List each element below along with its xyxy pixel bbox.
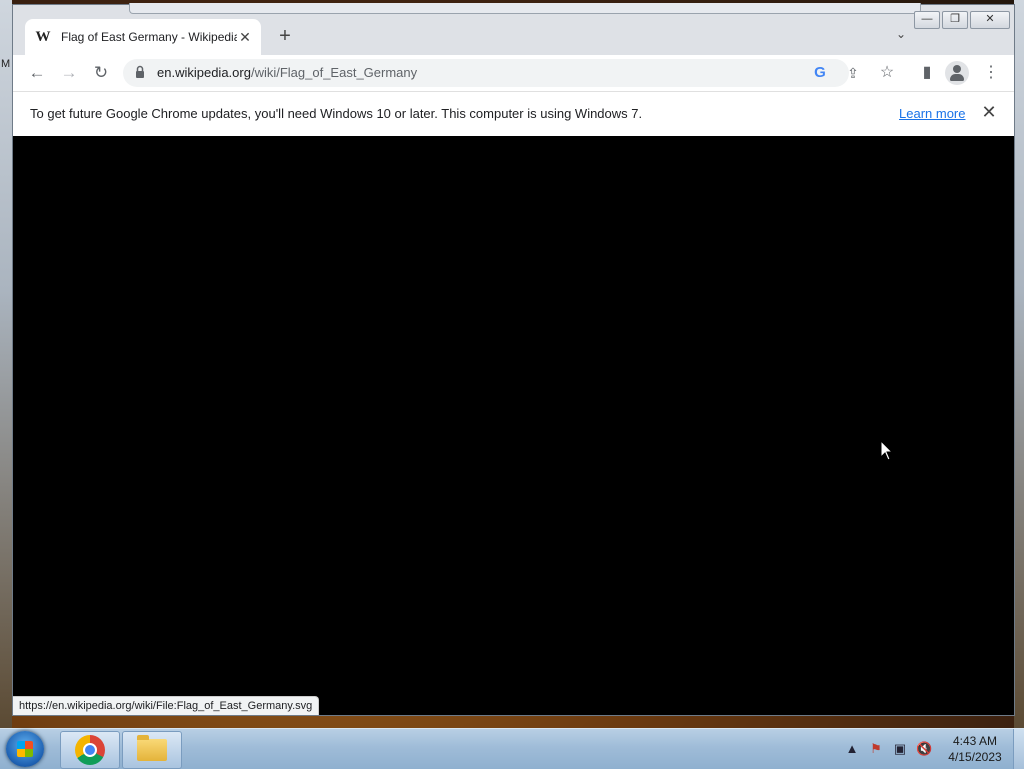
infobar-message: To get future Google Chrome updates, you… (30, 106, 643, 121)
browser-window: — ❐ ✕ W Flag of East Germany - Wikipedia… (12, 3, 1015, 716)
bookmark-star-icon[interactable]: ☆ (875, 61, 899, 85)
mouse-cursor-icon (880, 440, 894, 461)
clock-date: 4/15/2023 (948, 750, 1002, 764)
clock-time: 4:43 AM (952, 734, 998, 748)
url-text[interactable]: en.wikipedia.org/wiki/Flag_of_East_Germa… (157, 65, 417, 80)
network-icon[interactable]: ▣ (892, 741, 908, 757)
tab-close-icon[interactable]: ✕ (237, 29, 253, 46)
update-infobar: To get future Google Chrome updates, you… (13, 91, 1014, 137)
url-path: /wiki/Flag_of_East_Germany (250, 65, 418, 80)
taskbar: ▲ ⚑ ▣ 🔇 4:43 AM 4/15/2023 (0, 728, 1024, 769)
desktop-edge-text: M (1, 58, 11, 70)
lock-icon[interactable] (135, 65, 145, 79)
reload-button[interactable]: ↻ (89, 61, 113, 85)
maximize-button[interactable]: ❐ (942, 11, 968, 29)
background-window-edge (129, 3, 921, 14)
google-lens-icon[interactable]: G (811, 64, 829, 82)
active-tab[interactable]: W Flag of East Germany - Wikipedia ✕ (25, 19, 261, 55)
taskbar-clock[interactable]: 4:43 AM 4/15/2023 (940, 733, 1010, 765)
taskbar-explorer-button[interactable] (122, 731, 182, 769)
action-center-flag-icon[interactable]: ⚑ (868, 741, 884, 757)
wikipedia-favicon-icon: W (35, 28, 51, 45)
back-button[interactable]: ← (25, 61, 49, 85)
toolbar: ← → ↻ en.wikipedia.org/wiki/Flag_of_East… (13, 55, 1014, 91)
show-desktop-button[interactable] (1013, 729, 1024, 769)
share-icon[interactable]: ⇪ (844, 64, 862, 82)
tab-title: Flag of East Germany - Wikipedia (61, 30, 237, 44)
chrome-icon (75, 735, 105, 765)
status-bar-url: https://en.wikipedia.org/wiki/File:Flag_… (13, 696, 320, 715)
taskbar-chrome-button[interactable] (60, 731, 120, 769)
start-button[interactable] (6, 731, 44, 767)
tray-expand-arrow-icon[interactable]: ▲ (844, 741, 860, 757)
menu-kebab-icon[interactable]: ⋮ (979, 61, 1003, 85)
side-panel-icon[interactable]: ▮ (915, 61, 939, 85)
infobar-close-icon[interactable]: ✕ (979, 102, 999, 123)
volume-muted-icon[interactable]: 🔇 (916, 741, 932, 757)
desktop-right-edge (1014, 0, 1024, 728)
address-bar[interactable]: en.wikipedia.org/wiki/Flag_of_East_Germa… (123, 59, 859, 87)
url-domain: en.wikipedia.org (157, 65, 251, 80)
forward-button[interactable]: → (57, 61, 81, 85)
profile-avatar-icon[interactable] (945, 61, 969, 85)
folder-icon (137, 735, 167, 761)
tab-search-chevron-icon[interactable]: ⌄ (896, 27, 906, 41)
learn-more-link[interactable]: Learn more (899, 106, 965, 121)
desktop-left-edge: M (0, 0, 12, 728)
new-tab-button[interactable]: + (275, 25, 295, 47)
window-controls: — ❐ ✕ (914, 11, 1010, 29)
page-content[interactable]: https://en.wikipedia.org/wiki/File:Flag_… (13, 136, 1014, 715)
minimize-button[interactable]: — (914, 11, 940, 29)
system-tray: ▲ ⚑ ▣ 🔇 (844, 741, 933, 757)
window-close-button[interactable]: ✕ (970, 11, 1010, 29)
